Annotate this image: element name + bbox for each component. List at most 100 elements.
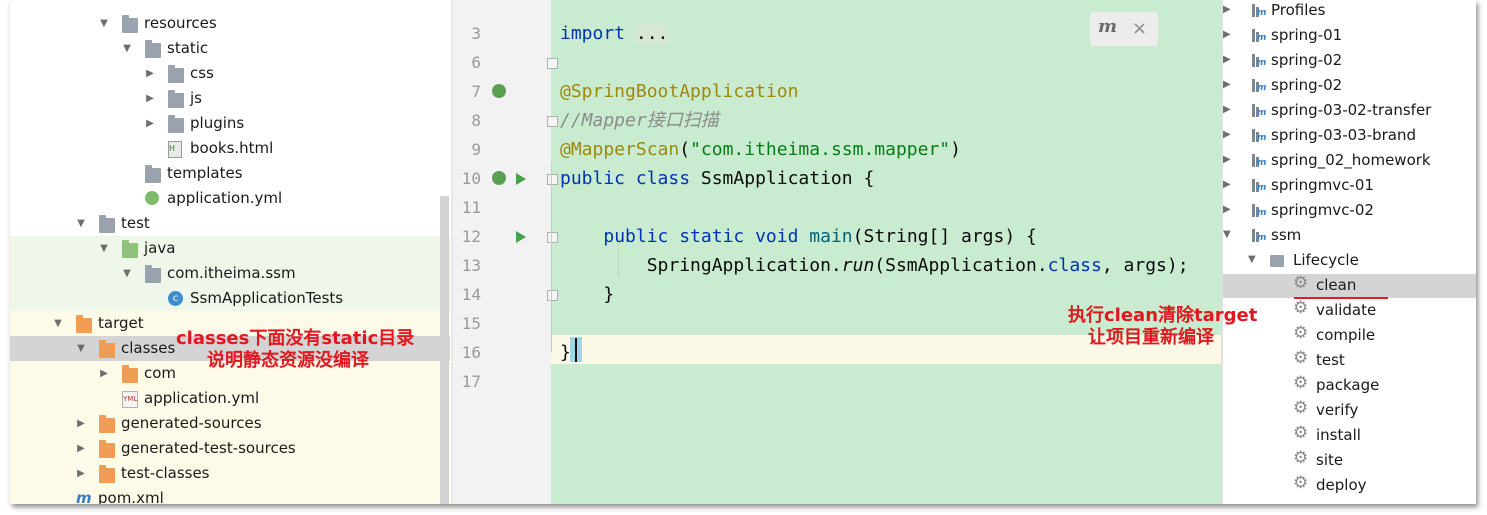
collapse-arrow-icon[interactable]: ▶ bbox=[144, 111, 156, 136]
expand-arrow-icon[interactable]: ▼ bbox=[75, 211, 87, 236]
code-line[interactable]: public static void main(String[] args) { bbox=[560, 222, 1037, 251]
fold-marker-icon[interactable] bbox=[547, 116, 558, 127]
folder-icon bbox=[145, 165, 161, 183]
fold-marker-icon[interactable] bbox=[547, 174, 558, 185]
collapse-arrow-icon[interactable]: ▶ bbox=[1223, 154, 1231, 165]
lifecycle-goal-site[interactable]: site bbox=[1316, 448, 1343, 473]
code-line[interactable]: } bbox=[560, 280, 614, 309]
maven-reload-icon[interactable]: m bbox=[1098, 16, 1117, 37]
line-number: 16 bbox=[461, 343, 481, 362]
tree-row[interactable]: ▼ com.itheima.ssm bbox=[10, 261, 450, 286]
expand-arrow-icon[interactable]: ▼ bbox=[1223, 229, 1231, 240]
excluded-folder-icon bbox=[99, 440, 115, 458]
run-icon[interactable] bbox=[516, 231, 526, 243]
maven-project-item[interactable]: springmvc-02 bbox=[1271, 198, 1374, 223]
maven-project-item[interactable]: spring-03-03-brand bbox=[1271, 123, 1416, 148]
tree-row[interactable]: ▼ java bbox=[10, 236, 450, 261]
collapse-arrow-icon[interactable]: ▶ bbox=[1223, 204, 1231, 215]
collapse-arrow-icon[interactable]: ▶ bbox=[98, 361, 110, 386]
tree-row[interactable]: ▼ resources bbox=[10, 11, 450, 36]
collapse-arrow-icon[interactable]: ▶ bbox=[1223, 129, 1231, 140]
collapse-arrow-icon[interactable]: ▶ bbox=[1223, 4, 1231, 15]
spring-bean-icon[interactable] bbox=[492, 84, 506, 98]
maven-project-item[interactable]: spring_02_homework bbox=[1271, 148, 1431, 173]
maven-project-item[interactable]: spring-02 bbox=[1271, 73, 1342, 98]
lifecycle-goal-deploy[interactable]: deploy bbox=[1316, 473, 1367, 498]
run-icon[interactable] bbox=[516, 173, 526, 185]
tree-row[interactable]: m pom.xml bbox=[10, 486, 450, 504]
tree-row-label: java bbox=[144, 239, 176, 257]
tree-row[interactable]: ▶ css bbox=[10, 61, 450, 86]
tree-row[interactable]: ▶ js bbox=[10, 86, 450, 111]
collapse-arrow-icon[interactable]: ▶ bbox=[1223, 29, 1231, 40]
spring-bean-icon[interactable] bbox=[492, 171, 506, 185]
tree-row[interactable]: YML application.yml bbox=[10, 386, 450, 411]
code-line[interactable]: @MapperScan("com.itheima.ssm.mapper") bbox=[560, 135, 961, 164]
expand-arrow-icon[interactable]: ▼ bbox=[98, 11, 110, 36]
lifecycle-goal-verify[interactable]: verify bbox=[1316, 398, 1358, 423]
maven-project-icon: m bbox=[1251, 203, 1266, 218]
tree-row-label: SsmApplicationTests bbox=[190, 289, 344, 307]
lifecycle-goal-compile[interactable]: compile bbox=[1316, 323, 1375, 348]
project-tree-panel: ▼ resources ▼ static ▶ css ▶ js ▶ plugins Hbooks.h… bbox=[10, 0, 453, 504]
tree-row-label: com.itheima.ssm bbox=[167, 264, 296, 282]
code-line[interactable]: public class SsmApplication { bbox=[560, 164, 874, 193]
tree-row-label: generated-test-sources bbox=[121, 439, 296, 457]
maven-project-item[interactable]: spring-01 bbox=[1271, 23, 1342, 48]
lifecycle-goal-test[interactable]: test bbox=[1316, 348, 1345, 373]
text-caret bbox=[575, 338, 577, 362]
lifecycle-node[interactable]: Lifecycle bbox=[1293, 248, 1359, 273]
maven-project-item[interactable]: Profiles bbox=[1271, 0, 1325, 23]
lifecycle-goal-clean[interactable]: clean bbox=[1316, 273, 1356, 298]
folder-icon bbox=[145, 40, 161, 58]
code-line[interactable]: SpringApplication.run(SsmApplication.cla… bbox=[560, 251, 1189, 280]
tree-row[interactable]: c SsmApplicationTests bbox=[10, 286, 450, 311]
tree-row[interactable]: ▶ plugins bbox=[10, 111, 450, 136]
tree-row[interactable]: ▶ generated-sources bbox=[10, 411, 450, 436]
tree-row[interactable]: ▼ test bbox=[10, 211, 450, 236]
tree-row[interactable]: ▶ test-classes bbox=[10, 461, 450, 486]
collapse-arrow-icon[interactable]: ▶ bbox=[1223, 179, 1231, 190]
tree-row[interactable]: ▶ generated-test-sources bbox=[10, 436, 450, 461]
fold-marker-icon[interactable] bbox=[547, 290, 558, 301]
gear-icon: ⚙ bbox=[1293, 373, 1309, 393]
maven-project-item[interactable]: spring-03-02-transfer bbox=[1271, 98, 1431, 123]
tree-row-label: resources bbox=[144, 14, 217, 32]
code-line[interactable]: //Mapper接口扫描 bbox=[560, 106, 719, 135]
collapse-arrow-icon[interactable]: ▶ bbox=[1223, 54, 1231, 65]
tree-row[interactable]: Hbooks.html bbox=[10, 136, 450, 161]
tree-row-label: target bbox=[98, 314, 144, 332]
close-icon[interactable]: × bbox=[1132, 18, 1147, 39]
tree-row[interactable]: templates bbox=[10, 161, 450, 186]
tree-row[interactable]: ▼ static bbox=[10, 36, 450, 61]
lifecycle-goal-install[interactable]: install bbox=[1316, 423, 1361, 448]
collapse-arrow-icon[interactable]: ▶ bbox=[1223, 79, 1231, 90]
lifecycle-goal-validate[interactable]: validate bbox=[1316, 298, 1376, 323]
collapse-arrow-icon[interactable]: ▶ bbox=[144, 86, 156, 111]
expand-arrow-icon[interactable]: ▼ bbox=[98, 236, 110, 261]
expand-arrow-icon[interactable]: ▼ bbox=[52, 311, 64, 336]
fold-marker-icon[interactable] bbox=[547, 232, 558, 243]
code-line[interactable]: import ... bbox=[560, 19, 669, 48]
collapse-arrow-icon[interactable]: ▶ bbox=[75, 461, 87, 486]
maven-project-icon: m bbox=[1251, 53, 1266, 68]
fold-marker-icon[interactable] bbox=[547, 58, 558, 69]
expand-arrow-icon[interactable]: ▼ bbox=[121, 36, 133, 61]
expand-arrow-icon[interactable]: ▼ bbox=[1248, 254, 1256, 265]
expand-arrow-icon[interactable]: ▼ bbox=[75, 336, 87, 361]
tree-row[interactable]: application.yml bbox=[10, 186, 450, 211]
code-line[interactable]: @SpringBootApplication bbox=[560, 77, 798, 106]
package-icon bbox=[145, 265, 161, 283]
line-number: 3 bbox=[471, 24, 481, 43]
maven-project-item[interactable]: springmvc-01 bbox=[1271, 173, 1374, 198]
maven-project-item[interactable]: ssm bbox=[1271, 223, 1301, 248]
collapse-arrow-icon[interactable]: ▶ bbox=[144, 61, 156, 86]
collapse-arrow-icon[interactable]: ▶ bbox=[75, 411, 87, 436]
expand-arrow-icon[interactable]: ▼ bbox=[121, 261, 133, 286]
tree-scrollbar[interactable] bbox=[440, 196, 449, 504]
maven-project-item[interactable]: spring-02 bbox=[1271, 48, 1342, 73]
collapse-arrow-icon[interactable]: ▶ bbox=[1223, 104, 1231, 115]
lifecycle-goal-package[interactable]: package bbox=[1316, 373, 1379, 398]
collapse-arrow-icon[interactable]: ▶ bbox=[75, 436, 87, 461]
excluded-folder-icon bbox=[99, 340, 115, 358]
